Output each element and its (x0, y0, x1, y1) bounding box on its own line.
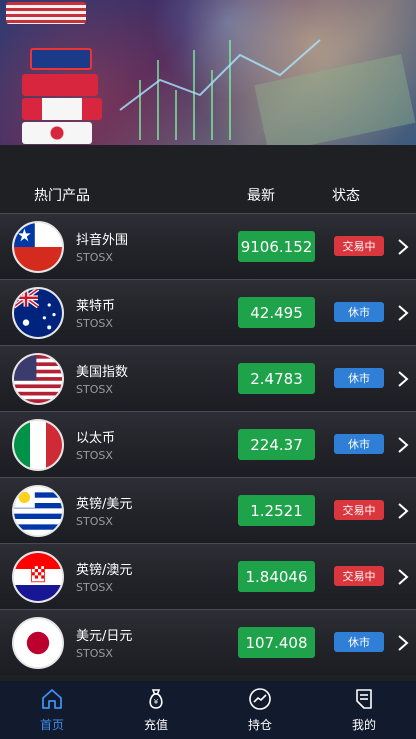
product-row[interactable]: 美国指数 STOSX 2.4783 休市 (0, 345, 416, 411)
price-badge: 1.2521 (238, 495, 315, 526)
chevron-right-icon[interactable] (396, 369, 410, 389)
product-row[interactable]: 抖音外围 STOSX 9106.152 交易中 (0, 213, 416, 279)
tab-home-label: 首页 (39, 718, 64, 732)
chile-flag-icon (12, 221, 64, 273)
hero-banner (0, 0, 416, 145)
tab-mine[interactable]: 我的 (312, 681, 416, 739)
product-code: STOSX (76, 515, 113, 528)
header-latest: 最新 (247, 188, 275, 204)
japan-flag-icon (12, 617, 64, 669)
status-badge: 休市 (334, 434, 384, 454)
product-name: 抖音外围 (76, 233, 129, 248)
header-status: 状态 (332, 188, 360, 204)
product-row[interactable]: 以太币 STOSX 224.37 休市 (0, 411, 416, 477)
chevron-right-icon[interactable] (396, 435, 410, 455)
svg-text:¥: ¥ (154, 698, 159, 706)
home-icon (42, 689, 62, 709)
product-name: 英镑/澳元 (76, 563, 133, 578)
status-badge: 休市 (334, 368, 384, 388)
profile-doc-icon (356, 689, 372, 709)
product-name: 美国指数 (76, 365, 129, 380)
status-badge: 交易中 (334, 236, 384, 256)
table-header: 热门产品 最新 状态 (0, 145, 416, 213)
chevron-right-icon[interactable] (396, 237, 410, 257)
croatia-flag-icon (12, 551, 64, 603)
status-badge: 交易中 (334, 500, 384, 520)
price-badge: 107.408 (238, 627, 315, 658)
trend-chart-icon (249, 688, 271, 710)
product-code: STOSX (76, 581, 113, 594)
tab-positions[interactable]: 持仓 (208, 681, 312, 739)
status-badge: 休市 (334, 632, 384, 652)
product-code: STOSX (76, 449, 113, 462)
status-badge: 休市 (334, 302, 384, 322)
product-name: 美元/日元 (76, 629, 133, 644)
product-name: 以太币 (76, 431, 116, 446)
chevron-right-icon[interactable] (396, 633, 410, 653)
tab-mine-label: 我的 (351, 718, 376, 732)
header-product: 热门产品 (34, 188, 90, 204)
tab-home[interactable]: 首页 (0, 681, 104, 739)
status-badge: 交易中 (334, 566, 384, 586)
price-badge: 9106.152 (238, 231, 315, 262)
tab-recharge-label: 充值 (143, 718, 168, 732)
chevron-right-icon[interactable] (396, 501, 410, 521)
price-badge: 224.37 (238, 429, 315, 460)
chevron-right-icon[interactable] (396, 303, 410, 323)
price-badge: 2.4783 (238, 363, 315, 394)
uruguay-flag-icon (12, 485, 64, 537)
price-badge: 42.495 (238, 297, 315, 328)
product-list: 抖音外围 STOSX 9106.152 交易中 莱特币 STOSX 42.495… (0, 213, 416, 675)
product-row[interactable]: 美元/日元 STOSX 107.408 休市 (0, 609, 416, 675)
chevron-right-icon[interactable] (396, 567, 410, 587)
tab-positions-label: 持仓 (247, 718, 272, 732)
bottom-tab-bar: 首页 ¥ 充值 持仓 我的 (0, 681, 416, 739)
product-code: STOSX (76, 383, 113, 396)
product-row[interactable]: 莱特币 STOSX 42.495 休市 (0, 279, 416, 345)
product-row[interactable]: 英镑/美元 STOSX 1.2521 交易中 (0, 477, 416, 543)
banner-chart-lines (119, 39, 416, 145)
product-row[interactable]: 英镑/澳元 STOSX 1.84046 交易中 (0, 543, 416, 609)
product-code: STOSX (76, 251, 113, 264)
italy-flag-icon (12, 419, 64, 471)
product-name: 莱特币 (76, 299, 116, 314)
tab-recharge[interactable]: ¥ 充值 (104, 681, 208, 739)
product-code: STOSX (76, 647, 113, 660)
money-bag-icon: ¥ (149, 689, 163, 709)
price-badge: 1.84046 (238, 561, 315, 592)
product-code: STOSX (76, 317, 113, 330)
usa-flag-icon (12, 353, 64, 405)
australia-flag-icon (12, 287, 64, 339)
product-name: 英镑/美元 (76, 497, 133, 512)
